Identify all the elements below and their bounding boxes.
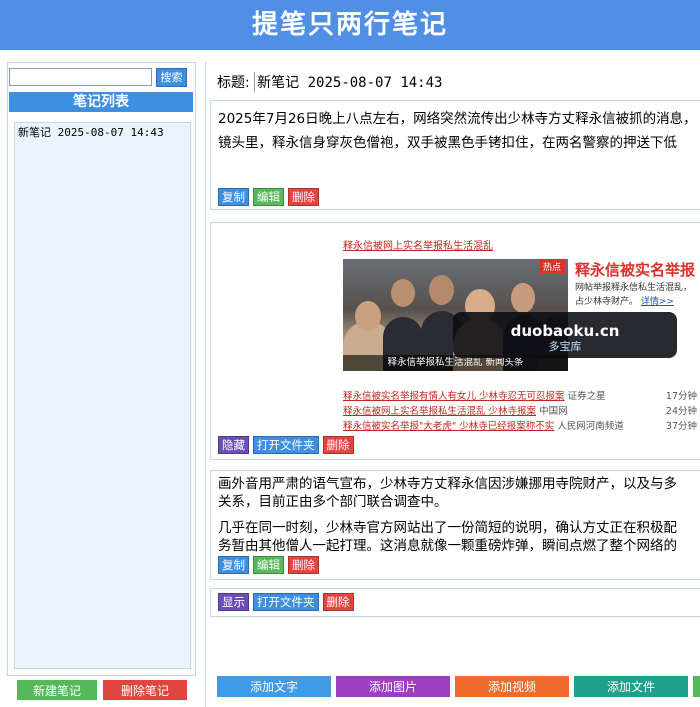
- note-list: 新笔记 2025-08-07 14:43: [14, 122, 191, 669]
- side-desc-line-2: 占少林寺财产。: [575, 297, 639, 307]
- news-link-row: 释永信被网上实名举报私生活混乱 少林寺报案 中国网 24分钟: [343, 404, 700, 419]
- edit-button[interactable]: 编辑: [253, 556, 284, 574]
- text-block: 2025年7月26日晚上八点左右，网络突然流传出少林寺方丈释永信被抓的消息， 镜…: [210, 100, 700, 210]
- news-source: 中国网: [539, 406, 568, 417]
- paragraph-line: 务暂由其他僧人一起打理。这消息就像一颗重磅炸弹，瞬间点燃了整个网络的: [218, 538, 677, 554]
- add-image-button[interactable]: 添加图片: [336, 676, 450, 697]
- note-list-item[interactable]: 新笔记 2025-08-07 14:43: [15, 123, 190, 141]
- news-source: 人民网河南频道: [557, 421, 624, 432]
- show-button[interactable]: 显示: [218, 593, 249, 611]
- collapsed-block: 显示 打开文件夹 删除: [210, 588, 700, 617]
- news-link: 释永信被实名举报有情人有女儿 少林寺忍无可忍报案: [343, 391, 565, 402]
- open-folder-button[interactable]: 打开文件夹: [253, 436, 319, 454]
- note-list-header: 笔记列表: [9, 92, 193, 112]
- new-note-button[interactable]: 新建笔记: [17, 680, 97, 700]
- search-input[interactable]: [9, 68, 152, 86]
- title-label: 标题:: [217, 75, 250, 91]
- news-time: 24分钟: [665, 406, 697, 417]
- side-desc: 网帖举报释永信私生活混乱， 占少林寺财产。 详情>>: [575, 281, 700, 309]
- paragraph: 画外音用严肃的语气宣布，少林寺方丈释永信因涉嫌挪用寺院财产，以及与多 关系，目前正…: [218, 475, 700, 511]
- block-actions: 显示 打开文件夹 删除: [218, 593, 354, 611]
- news-source: 证券之星: [567, 391, 606, 402]
- app-title: 提笔只两行笔记: [251, 10, 448, 40]
- block-actions: 隐藏 打开文件夹 删除: [218, 436, 354, 454]
- paragraph: 2025年7月26日晚上八点左右，网络突然流传出少林寺方丈释永信被抓的消息，: [218, 111, 697, 127]
- block-actions: 复制 编辑 删除: [218, 188, 319, 206]
- more-link: 详情>>: [640, 297, 674, 307]
- add-text-button[interactable]: 添加文字: [217, 676, 331, 697]
- add-file-button[interactable]: 添加文件: [574, 676, 688, 697]
- add-more-button[interactable]: [693, 676, 700, 697]
- news-link-row: 释永信被实名举报有情人有女儿 少林寺忍无可忍报案 证券之星 17分钟: [343, 389, 700, 404]
- copy-button[interactable]: 复制: [218, 188, 249, 206]
- copy-button[interactable]: 复制: [218, 556, 249, 574]
- news-link: 释永信被实名举报"大老虎" 少林寺已经报案称不实: [343, 421, 555, 432]
- news-link: 释永信被网上实名举报私生活混乱 少林寺报案: [343, 406, 537, 417]
- image-headline: 释永信被网上实名举报私生活混乱: [343, 241, 493, 252]
- delete-block-button[interactable]: 删除: [288, 188, 319, 206]
- edit-button[interactable]: 编辑: [253, 188, 284, 206]
- delete-block-button[interactable]: 删除: [322, 436, 354, 454]
- paragraph-line: 画外音用严肃的语气宣布，少林寺方丈释永信因涉嫌挪用寺院财产，以及与多: [218, 476, 677, 492]
- search-button[interactable]: 搜索: [156, 68, 187, 87]
- watermark: duobaoku.cn 多宝库: [453, 312, 677, 358]
- text-content[interactable]: 画外音用严肃的语气宣布，少林寺方丈释永信因涉嫌挪用寺院财产，以及与多 关系，目前正…: [218, 475, 700, 563]
- block-actions: 复制 编辑 删除: [218, 556, 319, 574]
- text-block: 画外音用严肃的语气宣布，少林寺方丈释永信因涉嫌挪用寺院财产，以及与多 关系，目前正…: [210, 470, 700, 580]
- delete-block-button[interactable]: 删除: [288, 556, 319, 574]
- title-input[interactable]: [254, 72, 680, 92]
- news-link-row: 释永信被实名举报"大老虎" 少林寺已经报案称不实 人民网河南频道 37分钟: [343, 419, 700, 434]
- hot-tag: 热点: [539, 259, 566, 274]
- title-row: 标题:: [217, 72, 680, 92]
- open-folder-button[interactable]: 打开文件夹: [253, 593, 319, 611]
- side-desc-line: 占少林寺财产。 详情>>: [575, 295, 700, 309]
- paragraph: 几乎在同一时刻，少林寺官方网站出了一份简短的说明，确认方丈正在积极配 务暂由其他僧…: [218, 519, 700, 555]
- watermark-name: 多宝库: [548, 340, 582, 353]
- paragraph-line: 关系，目前正由多个部门联合调查中。: [218, 494, 448, 510]
- news-time: 17分钟: [665, 391, 697, 402]
- delete-note-button[interactable]: 删除笔记: [103, 680, 187, 700]
- hide-button[interactable]: 隐藏: [218, 436, 249, 454]
- paragraph: 镜头里，释永信身穿灰色僧袍，双手被黑色手铐扣住，在两名警察的押送下低: [218, 135, 677, 151]
- side-desc-line: 网帖举报释永信私生活混乱，: [575, 283, 693, 293]
- paragraph-line: 几乎在同一时刻，少林寺官方网站出了一份简短的说明，确认方丈正在积极配: [218, 520, 677, 536]
- delete-block-button[interactable]: 删除: [322, 593, 354, 611]
- text-content[interactable]: 2025年7月26日晚上八点左右，网络突然流传出少林寺方丈释永信被抓的消息， 镜…: [218, 107, 700, 155]
- add-video-button[interactable]: 添加视频: [455, 676, 569, 697]
- side-title: 释永信被实名举报: [575, 261, 696, 279]
- news-time: 37分钟: [665, 421, 697, 432]
- news-links: 释永信被实名举报有情人有女儿 少林寺忍无可忍报案 证券之星 17分钟 释永信被网…: [343, 389, 700, 434]
